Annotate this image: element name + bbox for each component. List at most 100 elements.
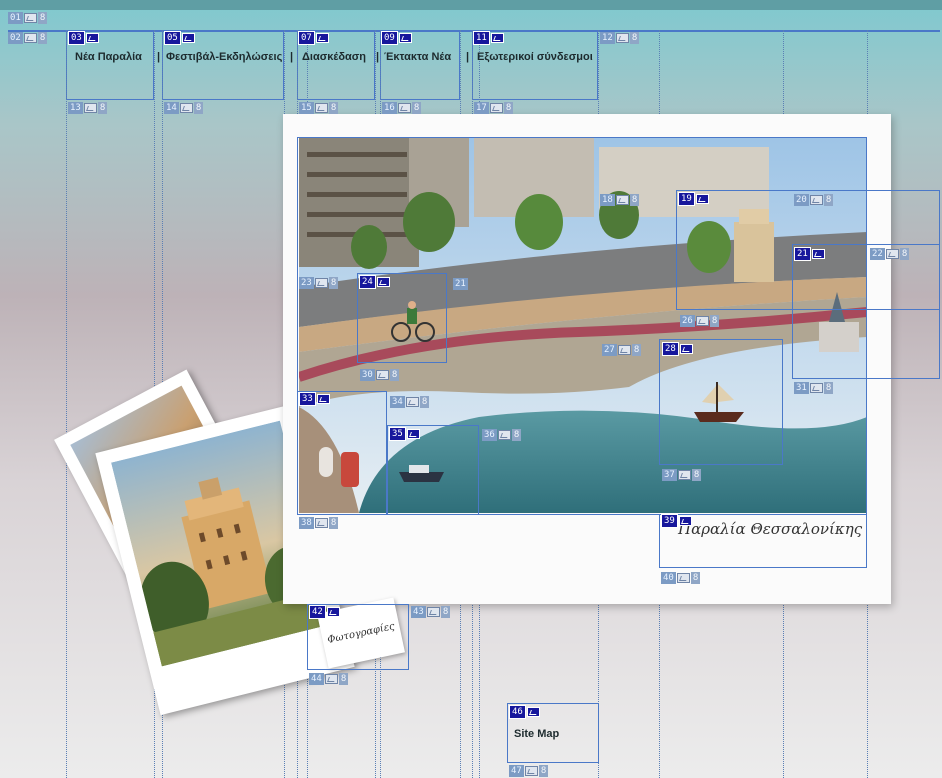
slice-size-mark: 8 <box>823 194 834 206</box>
image-slice-icon <box>678 516 692 526</box>
image-slice-icon <box>677 470 691 480</box>
slice-size-mark: 8 <box>419 396 430 408</box>
image-slice-icon <box>615 195 629 205</box>
slice-number: 38 <box>299 517 314 529</box>
image-slice-icon <box>695 194 709 204</box>
image-slice-icon <box>326 607 340 617</box>
slice-number: 02 <box>8 32 23 44</box>
slice-tag: 24 <box>359 275 390 289</box>
image-slice-icon <box>615 33 629 43</box>
slice-number: 47 <box>509 765 524 777</box>
image-slice-icon <box>375 370 389 380</box>
slice-tag: 12 8 <box>600 32 640 44</box>
slice-frame-28 <box>659 339 783 465</box>
slice-number: 12 <box>600 32 615 44</box>
slice-tag: 07 <box>298 31 329 45</box>
slice-size-mark: 8 <box>709 315 720 327</box>
image-slice-icon <box>23 33 37 43</box>
nav-separator: | <box>376 51 380 63</box>
slice-tag: 36 8 <box>482 429 522 441</box>
image-slice-icon <box>426 607 440 617</box>
slice-size-mark: 8 <box>338 673 349 685</box>
slice-size-mark: 8 <box>37 32 48 44</box>
slice-number: 18 <box>600 194 615 206</box>
slice-tag: 44 8 <box>309 673 349 685</box>
image-slice-icon <box>316 394 330 404</box>
slice-size-mark: 8 <box>503 102 514 114</box>
image-slice-icon <box>85 33 99 43</box>
nav-separator: | <box>290 51 294 63</box>
slice-tag: 19 <box>678 192 709 206</box>
slice-tag: 18 8 <box>600 194 640 206</box>
slice-number: 31 <box>794 382 809 394</box>
slice-size-mark: 8 <box>538 765 549 777</box>
slice-size-mark: 8 <box>629 32 640 44</box>
slice-number: 22 <box>870 248 885 260</box>
slice-size-mark: 8 <box>440 606 451 618</box>
slice-size-mark: 8 <box>328 277 339 289</box>
slice-number: 17 <box>474 102 489 114</box>
slice-size-mark: 8 <box>411 102 422 114</box>
slice-number: 14 <box>164 102 179 114</box>
image-slice-icon <box>811 249 825 259</box>
slice-tag: 21 <box>794 247 825 261</box>
slice-tag: 46 <box>509 705 540 719</box>
top-bar <box>0 0 942 10</box>
image-slice-icon <box>314 278 328 288</box>
slice-size-mark: 8 <box>899 248 910 260</box>
slice-number: 07 <box>298 31 315 45</box>
slice-tag: 13 8 <box>68 102 108 114</box>
slice-tag: 16 8 <box>382 102 422 114</box>
image-slice-icon <box>679 344 693 354</box>
slice-number: 16 <box>382 102 397 114</box>
slice-number: 11 <box>473 31 490 45</box>
slice-number: 23 <box>299 277 314 289</box>
image-slice-icon <box>490 33 504 43</box>
slice-tag: 23 8 <box>299 277 339 289</box>
slice-number: 01 <box>8 12 23 24</box>
nav-item-entertainment[interactable]: Διασκέδαση <box>302 51 366 63</box>
image-slice-icon <box>489 103 503 113</box>
slice-size-mark: 8 <box>389 369 400 381</box>
nav-separator: | <box>157 51 161 63</box>
slice-size-mark: 8 <box>631 344 642 356</box>
nav-item-breaking-news[interactable]: Έκτακτα Νέα <box>384 51 451 63</box>
image-slice-icon <box>181 33 195 43</box>
nav-item-external-links[interactable]: Εξωτερικοί σύνδεσμοι <box>477 51 593 63</box>
slice-frame-33 <box>297 391 387 515</box>
slice-tag: 47 8 <box>509 765 549 777</box>
slice-size-mark: 8 <box>823 382 834 394</box>
slice-size-mark: 8 <box>690 572 701 584</box>
slice-tag: 03 <box>68 31 99 45</box>
nav-item-new-beach[interactable]: Νέα Παραλία <box>75 51 142 63</box>
slice-number: 40 <box>661 572 676 584</box>
image-slice-icon <box>617 345 631 355</box>
slice-frame-21 <box>792 244 940 379</box>
slice-tag: 40 8 <box>661 572 701 584</box>
slice-tag: 09 <box>381 31 412 45</box>
image-slice-icon <box>676 573 690 583</box>
slice-number: 20 <box>794 194 809 206</box>
slice-number: 21 <box>453 278 468 290</box>
slice-tag: 39 <box>661 514 692 528</box>
image-slice-icon <box>23 13 37 23</box>
slice-number: 37 <box>662 469 677 481</box>
slice-tag: 28 <box>662 342 693 356</box>
slice-size-mark: 8 <box>193 102 204 114</box>
slice-number: 44 <box>309 673 324 685</box>
slice-size-mark: 8 <box>691 469 702 481</box>
guide-line <box>66 30 67 778</box>
slice-size-mark: 8 <box>328 102 339 114</box>
nav-item-festivals[interactable]: Φεστιβάλ-Εκδηλώσεις <box>166 51 282 63</box>
image-slice-icon <box>405 397 419 407</box>
image-slice-icon <box>398 33 412 43</box>
slice-number: 05 <box>164 31 181 45</box>
slice-tag: 14 8 <box>164 102 204 114</box>
image-slice-icon <box>695 316 709 326</box>
slice-tag: 27 8 <box>602 344 642 356</box>
slice-number: 34 <box>390 396 405 408</box>
slice-tag: 26 8 <box>680 315 720 327</box>
image-slice-icon <box>526 707 540 717</box>
slice-tag: 01 8 <box>8 12 48 24</box>
slice-number: 43 <box>411 606 426 618</box>
